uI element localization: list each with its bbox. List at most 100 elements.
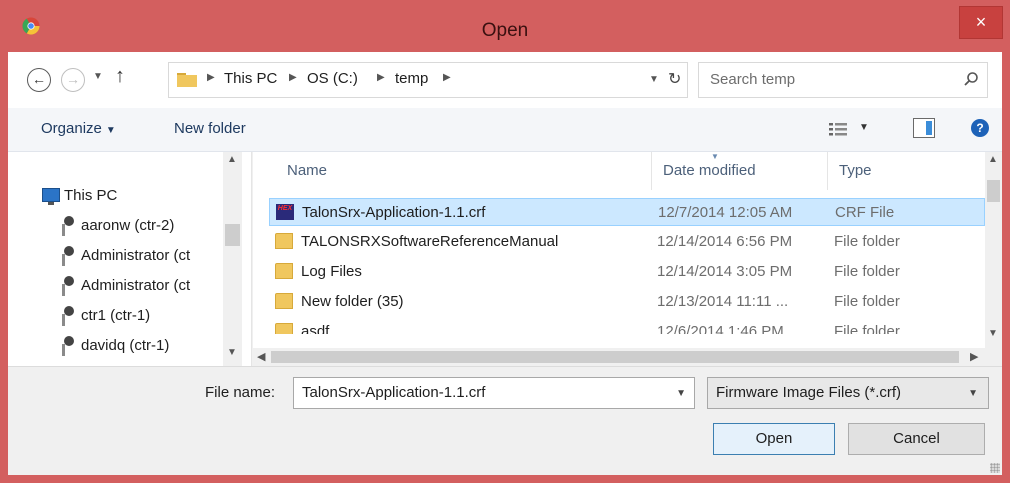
nav-item-user[interactable]: davidq (ctr-1): [59, 336, 239, 358]
breadcrumb-separator-icon[interactable]: ▶: [443, 72, 451, 83]
column-header-date-modified[interactable]: Date modified: [663, 162, 756, 179]
view-options-icon[interactable]: [828, 121, 848, 137]
file-list-vertical-scrollbar[interactable]: ▲ ▼: [985, 152, 1002, 348]
open-button[interactable]: Open: [713, 423, 835, 455]
forward-button[interactable]: →: [61, 68, 85, 92]
scroll-right-icon[interactable]: ▶: [970, 350, 978, 363]
file-name: TALONSRXSoftwareReferenceManual: [301, 233, 559, 250]
refresh-icon[interactable]: ↻: [668, 69, 681, 89]
folder-icon: [177, 73, 197, 87]
back-button[interactable]: ←: [27, 68, 51, 92]
title-bar[interactable]: Open ×: [0, 0, 1010, 52]
breadcrumb-separator-icon[interactable]: ▶: [377, 72, 385, 83]
file-type-filter-value: Firmware Image Files (*.crf): [716, 384, 902, 401]
chevron-down-icon[interactable]: ▼: [676, 388, 686, 399]
column-divider[interactable]: [827, 152, 828, 190]
file-name: New folder (35): [301, 293, 404, 310]
file-name-field[interactable]: TalonSrx-Application-1.1.crf ▼: [293, 377, 695, 409]
file-date: 12/14/2014 6:56 PM: [657, 233, 793, 250]
user-icon: [59, 336, 75, 356]
file-type: File folder: [834, 233, 900, 250]
folder-icon: [275, 233, 293, 249]
open-dialog-window: Open × ← → ▼ ↑ ▶ This PC ▶ OS (C:) ▶ tem…: [0, 0, 1010, 483]
help-icon[interactable]: ?: [971, 119, 989, 137]
search-placeholder: Search temp: [710, 71, 796, 88]
navigation-pane[interactable]: This PC aaronw (ctr-2) Administrator (ct…: [8, 152, 252, 366]
scrollbar-thumb[interactable]: [987, 180, 1000, 202]
folder-icon: [275, 293, 293, 309]
chevron-down-icon: ▼: [105, 125, 116, 136]
address-history-chevron-down-icon[interactable]: ▼: [649, 74, 659, 85]
folder-icon: [275, 323, 293, 334]
view-chevron-down-icon[interactable]: ▼: [859, 122, 869, 133]
file-name: TalonSrx-Application-1.1.crf: [302, 204, 486, 221]
nav-item-label: Administrator (ct: [81, 247, 191, 264]
user-icon: [59, 276, 75, 296]
nav-item-label: aaronw (ctr-2): [81, 217, 175, 234]
column-header-type[interactable]: Type: [839, 162, 872, 179]
column-header-name[interactable]: Name: [287, 162, 327, 179]
file-row[interactable]: HEX TalonSrx-Application-1.1.crf 12/7/20…: [269, 198, 985, 226]
file-date: 12/6/2014 1:46 PM: [657, 323, 784, 340]
file-date: 12/7/2014 12:05 AM: [658, 204, 793, 221]
file-row[interactable]: TALONSRXSoftwareReferenceManual 12/14/20…: [269, 228, 985, 256]
up-arrow-icon[interactable]: ↑: [115, 65, 125, 88]
recent-locations-chevron-down-icon[interactable]: ▼: [93, 71, 103, 82]
breadcrumb-os-c[interactable]: OS (C:): [307, 70, 358, 87]
nav-item-user[interactable]: Administrator (ct: [59, 276, 221, 298]
hex-file-icon: HEX: [276, 204, 294, 220]
file-name-value: TalonSrx-Application-1.1.crf: [302, 384, 486, 401]
nav-item-label: davidq (ctr-1): [81, 337, 170, 354]
file-type: File folder: [834, 263, 900, 280]
close-button[interactable]: ×: [959, 6, 1003, 39]
file-type-filter-select[interactable]: Firmware Image Files (*.crf) ▼: [707, 377, 989, 409]
file-row[interactable]: Log Files 12/14/2014 3:05 PM File folder: [269, 258, 985, 286]
breadcrumb-this-pc[interactable]: This PC: [224, 70, 277, 87]
nav-item-user[interactable]: ctr1 (ctr-1): [59, 306, 239, 328]
organize-label: Organize: [41, 120, 102, 137]
scroll-left-icon[interactable]: ◀: [257, 350, 265, 363]
scrollbar-thumb[interactable]: [271, 351, 959, 363]
file-list-horizontal-scrollbar[interactable]: ◀ ▶: [253, 348, 1002, 366]
breadcrumb-temp[interactable]: temp: [395, 70, 428, 87]
computer-icon: [42, 188, 60, 205]
file-type: File folder: [834, 323, 900, 340]
scroll-up-icon[interactable]: ▲: [988, 154, 998, 165]
nav-pane-scrollbar[interactable]: ▲ ▼: [223, 152, 242, 366]
hex-icon-text: HEX: [277, 205, 293, 212]
new-folder-button[interactable]: New folder: [174, 120, 246, 137]
dialog-footer: File name: TalonSrx-Application-1.1.crf …: [8, 366, 1002, 475]
scroll-up-icon[interactable]: ▲: [227, 154, 237, 165]
breadcrumb-separator-icon[interactable]: ▶: [207, 72, 215, 83]
nav-item-user[interactable]: Administrator (ct: [59, 246, 221, 268]
nav-item-this-pc[interactable]: This PC: [42, 186, 222, 208]
user-icon: [59, 246, 75, 266]
scrollbar-thumb[interactable]: [225, 224, 240, 246]
nav-item-user[interactable]: aaronw (ctr-2): [59, 216, 239, 238]
nav-item-label: This PC: [64, 187, 118, 204]
search-icon[interactable]: [963, 71, 979, 87]
chevron-down-icon[interactable]: ▼: [968, 388, 978, 399]
sort-indicator-icon: ▼: [711, 152, 719, 161]
cancel-button[interactable]: Cancel: [848, 423, 985, 455]
command-bar: Organize ▼ New folder ▼ ?: [8, 108, 1002, 152]
nav-item-label: Administrator (ct: [81, 277, 191, 294]
user-icon: [59, 306, 75, 326]
file-row[interactable]: New folder (35) 12/13/2014 11:11 ... Fil…: [269, 288, 985, 316]
file-type: CRF File: [835, 204, 895, 221]
file-type: File folder: [834, 293, 900, 310]
file-row[interactable]: asdf 12/6/2014 1:46 PM File folder: [269, 318, 985, 340]
preview-pane-icon[interactable]: [913, 118, 935, 138]
user-icon: [59, 216, 75, 236]
organize-button[interactable]: Organize ▼: [41, 120, 116, 137]
scroll-down-icon[interactable]: ▼: [227, 347, 237, 358]
file-list[interactable]: Name ▼ Date modified Type HEX TalonSrx-A…: [253, 152, 1002, 366]
search-input[interactable]: Search temp: [698, 62, 988, 98]
breadcrumb[interactable]: ▶ This PC ▶ OS (C:) ▶ temp ▶ ▼ ↻: [168, 62, 688, 98]
resize-grip-icon[interactable]: [990, 463, 1000, 473]
dialog-client-area: ← → ▼ ↑ ▶ This PC ▶ OS (C:) ▶ temp ▶ ▼ ↻: [8, 52, 1002, 475]
breadcrumb-separator-icon[interactable]: ▶: [289, 72, 297, 83]
column-divider[interactable]: [651, 152, 652, 190]
scroll-down-icon[interactable]: ▼: [988, 328, 998, 339]
file-name-label: File name:: [205, 384, 276, 401]
